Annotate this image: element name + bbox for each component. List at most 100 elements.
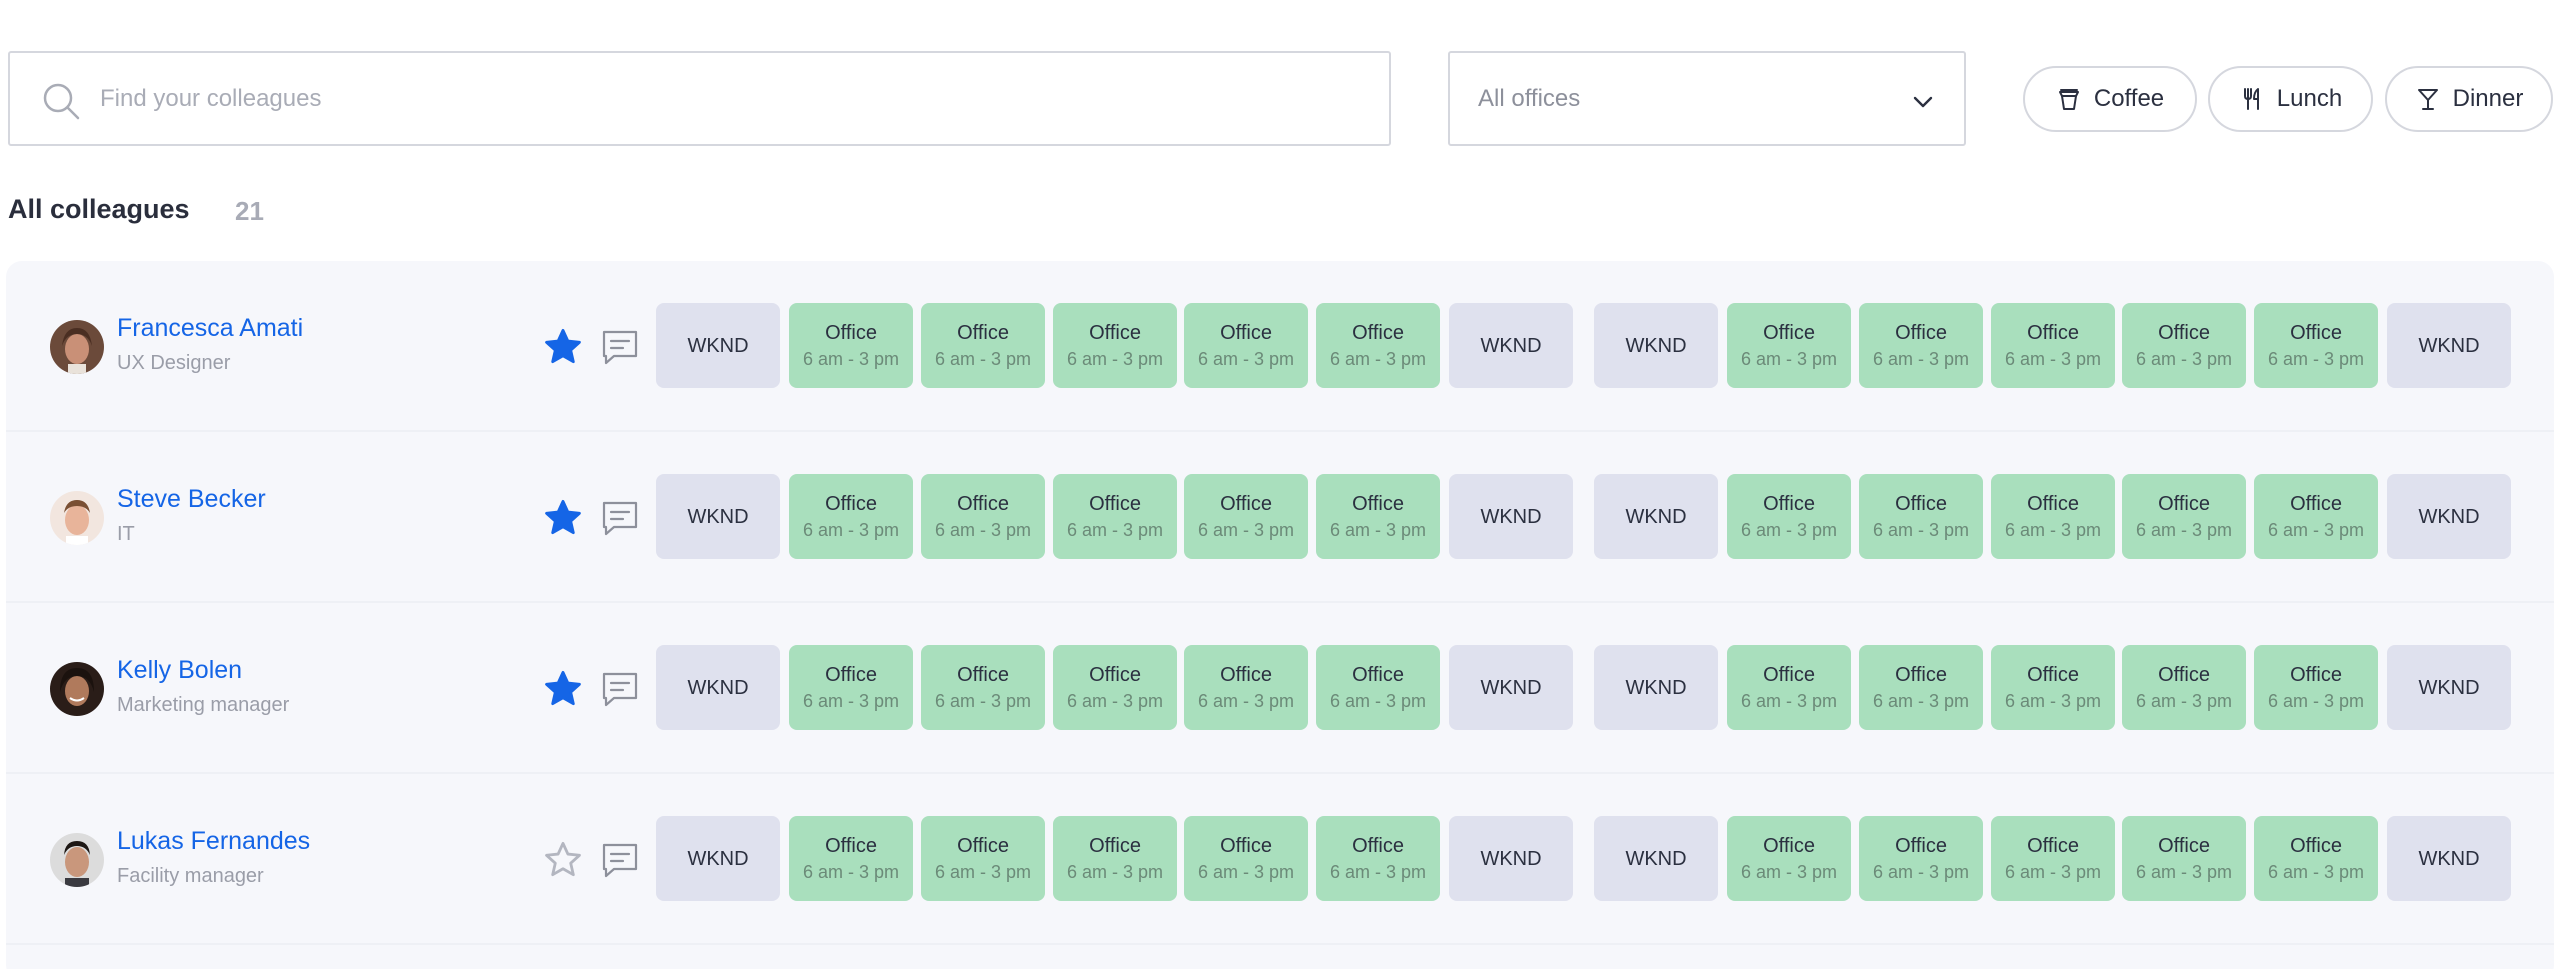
weekend-cell[interactable]: WKND [2387, 303, 2511, 388]
office-hours-label: 6 am - 3 pm [1872, 519, 1970, 540]
office-day-cell[interactable]: Office 6 am - 3 pm [2122, 645, 2246, 730]
office-dropdown[interactable]: All offices [1448, 51, 1966, 146]
day-status-label: Office [1220, 492, 1272, 515]
weekend-cell[interactable]: WKND [656, 474, 780, 559]
message-icon[interactable] [600, 841, 640, 879]
search-box[interactable] [8, 51, 1391, 146]
office-day-cell[interactable]: Office 6 am - 3 pm [789, 474, 913, 559]
cocktail-glass-icon [2417, 89, 2438, 110]
chevron-down-icon [1913, 96, 1933, 108]
office-day-cell[interactable]: Office 6 am - 3 pm [1053, 303, 1177, 388]
office-day-cell[interactable]: Office 6 am - 3 pm [2122, 303, 2246, 388]
weekend-cell[interactable]: WKND [656, 645, 780, 730]
colleague-row: Lukas Fernandes Facility manager WKND Off… [6, 774, 2554, 945]
office-hours-label: 6 am - 3 pm [2267, 519, 2365, 540]
office-day-cell[interactable]: Office 6 am - 3 pm [2254, 816, 2378, 901]
office-day-cell[interactable]: Office 6 am - 3 pm [1727, 816, 1851, 901]
office-day-cell[interactable]: Office 6 am - 3 pm [1859, 474, 1983, 559]
day-status-label: Office [957, 321, 1009, 344]
office-day-cell[interactable]: Office 6 am - 3 pm [1991, 474, 2115, 559]
office-day-cell[interactable]: Office 6 am - 3 pm [921, 474, 1045, 559]
weekend-cell[interactable]: WKND [1449, 474, 1573, 559]
office-day-cell[interactable]: Office 6 am - 3 pm [2254, 303, 2378, 388]
colleague-name[interactable]: Lukas Fernandes [117, 827, 310, 856]
office-day-cell[interactable]: Office 6 am - 3 pm [2254, 645, 2378, 730]
office-day-cell[interactable]: Office 6 am - 3 pm [1184, 645, 1308, 730]
office-day-cell[interactable]: Office 6 am - 3 pm [1859, 303, 1983, 388]
office-day-cell[interactable]: Office 6 am - 3 pm [1727, 645, 1851, 730]
office-hours-label: 6 am - 3 pm [1740, 348, 1838, 369]
message-icon[interactable] [600, 670, 640, 708]
weekend-cell[interactable]: WKND [1449, 645, 1573, 730]
favorite-star-icon[interactable] [542, 497, 584, 539]
day-status-label: WKND [1625, 676, 1687, 699]
coffee-filter-label: Coffee [2093, 85, 2165, 112]
favorite-star-icon[interactable] [542, 839, 584, 881]
office-day-cell[interactable]: Office 6 am - 3 pm [1316, 303, 1440, 388]
avatar-image [50, 662, 104, 716]
office-day-cell[interactable]: Office 6 am - 3 pm [921, 303, 1045, 388]
weekend-cell[interactable]: WKND [1594, 645, 1718, 730]
office-day-cell[interactable]: Office 6 am - 3 pm [1053, 474, 1177, 559]
office-day-cell[interactable]: Office 6 am - 3 pm [1859, 645, 1983, 730]
weekend-cell[interactable]: WKND [2387, 474, 2511, 559]
day-status-label: WKND [2418, 505, 2480, 528]
colleague-name[interactable]: Francesca Amati [117, 314, 303, 343]
office-day-cell[interactable]: Office 6 am - 3 pm [1184, 816, 1308, 901]
office-hours-label: 6 am - 3 pm [1872, 690, 1970, 711]
office-day-cell[interactable]: Office 6 am - 3 pm [789, 816, 913, 901]
office-day-cell[interactable]: Office 6 am - 3 pm [789, 645, 913, 730]
office-day-cell[interactable]: Office 6 am - 3 pm [1316, 645, 1440, 730]
day-status-label: Office [1895, 663, 1947, 686]
office-hours-label: 6 am - 3 pm [802, 519, 900, 540]
colleague-name[interactable]: Steve Becker [117, 485, 266, 514]
office-day-cell[interactable]: Office 6 am - 3 pm [2122, 474, 2246, 559]
dinner-filter-button[interactable]: Dinner [2385, 66, 2553, 132]
day-status-label: WKND [687, 505, 749, 528]
search-input[interactable] [100, 73, 1360, 125]
office-day-cell[interactable]: Office 6 am - 3 pm [1184, 303, 1308, 388]
office-day-cell[interactable]: Office 6 am - 3 pm [1859, 816, 1983, 901]
office-hours-label: 6 am - 3 pm [1329, 690, 1427, 711]
message-icon[interactable] [600, 499, 640, 537]
weekend-cell[interactable]: WKND [2387, 816, 2511, 901]
office-day-cell[interactable]: Office 6 am - 3 pm [921, 816, 1045, 901]
colleague-name[interactable]: Kelly Bolen [117, 656, 242, 685]
office-day-cell[interactable]: Office 6 am - 3 pm [1053, 645, 1177, 730]
office-day-cell[interactable]: Office 6 am - 3 pm [1053, 816, 1177, 901]
day-status-label: Office [825, 321, 877, 344]
office-day-cell[interactable]: Office 6 am - 3 pm [1727, 474, 1851, 559]
office-day-cell[interactable]: Office 6 am - 3 pm [2122, 816, 2246, 901]
office-day-cell[interactable]: Office 6 am - 3 pm [2254, 474, 2378, 559]
office-day-cell[interactable]: Office 6 am - 3 pm [921, 645, 1045, 730]
weekend-cell[interactable]: WKND [1594, 816, 1718, 901]
day-status-label: Office [1089, 663, 1141, 686]
office-day-cell[interactable]: Office 6 am - 3 pm [1991, 645, 2115, 730]
weekend-cell[interactable]: WKND [1449, 303, 1573, 388]
day-status-label: WKND [1480, 847, 1542, 870]
office-day-cell[interactable]: Office 6 am - 3 pm [1316, 474, 1440, 559]
weekend-cell[interactable]: WKND [656, 303, 780, 388]
office-day-cell[interactable]: Office 6 am - 3 pm [1991, 816, 2115, 901]
day-status-label: WKND [1480, 676, 1542, 699]
lunch-filter-button[interactable]: Lunch [2208, 66, 2373, 132]
day-status-label: Office [1220, 321, 1272, 344]
office-day-cell[interactable]: Office 6 am - 3 pm [1991, 303, 2115, 388]
favorite-star-icon[interactable] [542, 326, 584, 368]
message-icon[interactable] [600, 328, 640, 366]
office-hours-label: 6 am - 3 pm [2135, 519, 2233, 540]
office-day-cell[interactable]: Office 6 am - 3 pm [1727, 303, 1851, 388]
coffee-filter-button[interactable]: Coffee [2023, 66, 2197, 132]
office-hours-label: 6 am - 3 pm [1066, 348, 1164, 369]
weekend-cell[interactable]: WKND [1594, 474, 1718, 559]
favorite-star-icon[interactable] [542, 668, 584, 710]
day-status-label: Office [1895, 492, 1947, 515]
weekend-cell[interactable]: WKND [656, 816, 780, 901]
weekend-cell[interactable]: WKND [1594, 303, 1718, 388]
weekend-cell[interactable]: WKND [2387, 645, 2511, 730]
office-day-cell[interactable]: Office 6 am - 3 pm [1316, 816, 1440, 901]
office-day-cell[interactable]: Office 6 am - 3 pm [789, 303, 913, 388]
weekend-cell[interactable]: WKND [1449, 816, 1573, 901]
office-day-cell[interactable]: Office 6 am - 3 pm [1184, 474, 1308, 559]
day-status-label: Office [2158, 492, 2210, 515]
